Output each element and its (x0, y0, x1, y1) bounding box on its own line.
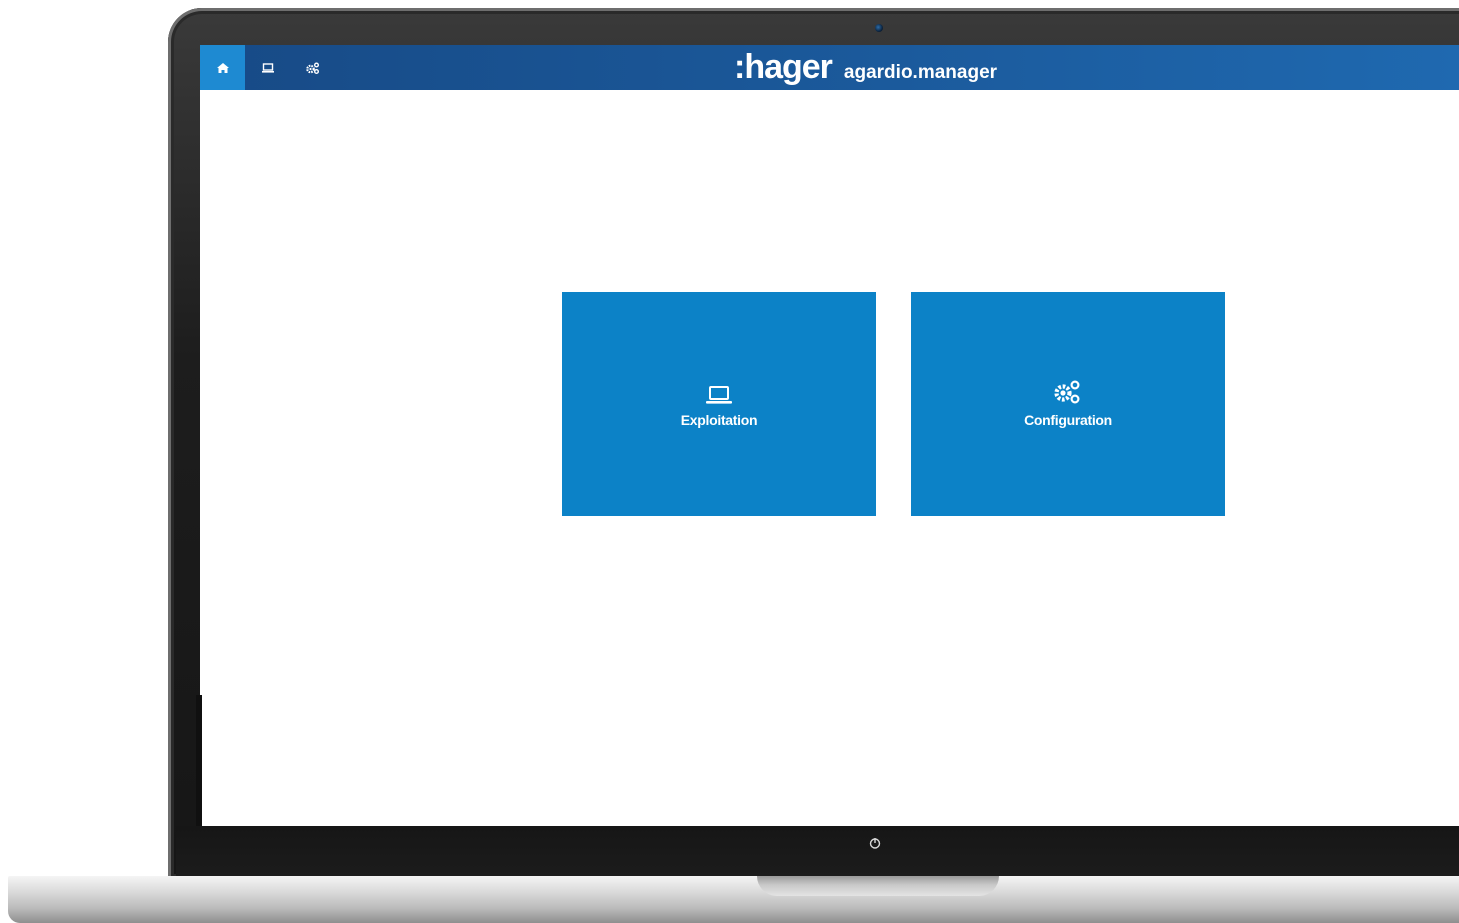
bezel-edge (196, 695, 202, 826)
gears-icon (1054, 380, 1080, 404)
configuration-label: Configuration (1024, 412, 1112, 428)
exploitation-label: Exploitation (680, 412, 758, 428)
laptop-icon (706, 386, 732, 404)
laptop-chin (176, 826, 1459, 878)
hager-logo: :hager (734, 48, 833, 86)
product-name: agardio.manager (843, 62, 998, 83)
laptop-base-notch (757, 876, 999, 896)
camera (875, 24, 883, 32)
nav-configuration-button[interactable] (290, 45, 335, 90)
power-icon (869, 838, 881, 849)
exploitation-tile[interactable]: Exploitation (562, 292, 876, 516)
app-screen: :hager agardio.manager Exploitation Conf… (200, 45, 1459, 826)
top-navigation-bar: :hager agardio.manager (200, 45, 1459, 90)
nav-home-button[interactable] (200, 45, 245, 90)
laptop-icon (261, 62, 274, 73)
configuration-tile[interactable]: Configuration (911, 292, 1225, 516)
laptop-base (8, 876, 1459, 923)
nav-exploitation-button[interactable] (245, 45, 290, 90)
brand-header: :hager agardio.manager (734, 47, 997, 87)
gears-icon (305, 62, 319, 74)
home-icon (216, 62, 229, 73)
